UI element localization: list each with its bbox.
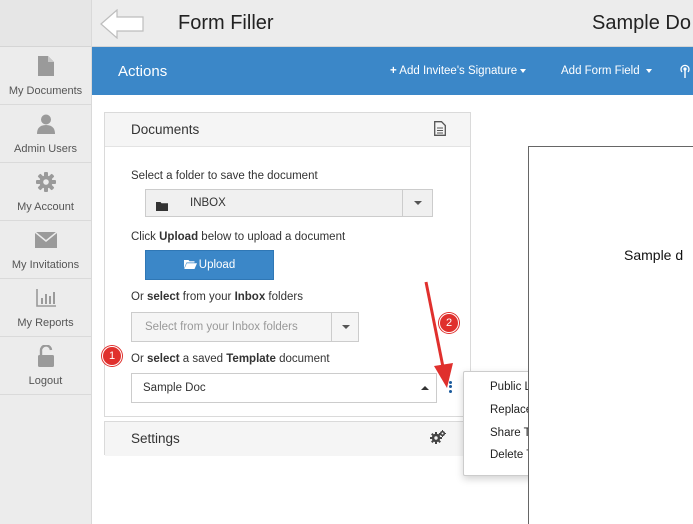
caret-down-icon bbox=[342, 325, 350, 329]
upload-prompt: Click Upload below to upload a document bbox=[131, 231, 345, 243]
caret-down-icon bbox=[520, 68, 527, 73]
actions-title: Actions bbox=[118, 63, 168, 80]
gear-icon bbox=[35, 171, 56, 193]
file-text-icon bbox=[434, 121, 446, 141]
upload-button[interactable]: Upload bbox=[145, 250, 274, 280]
template-select[interactable]: Sample Doc bbox=[131, 373, 437, 403]
folder-select-value: INBOX bbox=[190, 197, 226, 209]
sidebar-item-label: My Account bbox=[17, 201, 74, 213]
sidebar-item-label: Admin Users bbox=[14, 143, 77, 155]
unlock-icon bbox=[37, 345, 55, 367]
template-prompt-post: document bbox=[275, 353, 330, 365]
inbox-prompt: Or select from your Inbox folders bbox=[131, 291, 303, 303]
folder-select[interactable]: INBOX bbox=[145, 189, 433, 217]
inbox-prompt-bold-inbox: Inbox bbox=[234, 291, 266, 303]
inbox-prompt-mid: from your bbox=[179, 291, 235, 303]
template-prompt-mid: a saved bbox=[179, 353, 227, 365]
step-badge-1: 1 bbox=[102, 346, 122, 366]
folder-open-icon bbox=[183, 259, 197, 272]
sidebar-item-my-invitations[interactable]: My Invitations bbox=[0, 221, 91, 279]
add-invitee-signature-label: Add Invitee's Signature bbox=[399, 65, 518, 77]
settings-panel: Settings bbox=[104, 421, 471, 456]
sidebar-item-label: My Reports bbox=[17, 317, 74, 329]
add-invitee-signature-menu[interactable]: + Add Invitee's Signature bbox=[390, 65, 527, 77]
settings-panel-header[interactable]: Settings bbox=[105, 422, 470, 456]
caret-down-icon bbox=[414, 201, 422, 205]
template-prompt: Or select a saved Template document bbox=[131, 353, 330, 365]
settings-panel-title: Settings bbox=[131, 431, 180, 446]
document-preview-text: Sample d bbox=[624, 247, 684, 263]
sidebar-item-label: My Documents bbox=[8, 85, 83, 97]
document-title: Sample Do bbox=[592, 12, 691, 34]
template-select-value: Sample Doc bbox=[143, 382, 206, 394]
inbox-folder-select[interactable]: Select from your Inbox folders bbox=[131, 312, 359, 342]
folder-prompt: Select a folder to save the document bbox=[131, 170, 318, 182]
upload-prompt-pre: Click bbox=[131, 231, 160, 243]
step-badge-2: 2 bbox=[439, 313, 459, 333]
actions-bar: Actions + Add Invitee's Signature Add Fo… bbox=[92, 47, 693, 95]
gears-icon bbox=[430, 430, 446, 449]
sidebar: My Documents Admin Users My Account My I… bbox=[0, 0, 92, 524]
document-icon bbox=[37, 55, 54, 77]
document-preview: Sample d bbox=[528, 146, 693, 524]
sidebar-item-logout[interactable]: Logout bbox=[0, 337, 91, 395]
template-prompt-pre: Or bbox=[131, 353, 147, 365]
inbox-prompt-pre: Or bbox=[131, 291, 147, 303]
user-icon bbox=[36, 113, 55, 135]
annotation-arrow bbox=[424, 281, 453, 388]
template-prompt-bold-template: Template bbox=[226, 353, 276, 365]
title-bar: Form Filler Sample Do bbox=[92, 0, 693, 47]
inbox-folder-placeholder: Select from your Inbox folders bbox=[145, 321, 298, 333]
caret-down-icon bbox=[645, 68, 652, 73]
sidebar-item-admin-users[interactable]: Admin Users bbox=[0, 105, 91, 163]
documents-panel-title: Documents bbox=[131, 122, 200, 137]
upload-prompt-bold: Upload bbox=[159, 231, 199, 243]
select-divider bbox=[402, 190, 403, 216]
broadcast-icon[interactable] bbox=[680, 64, 690, 81]
bar-chart-icon bbox=[35, 287, 56, 309]
select-divider bbox=[331, 313, 332, 341]
sidebar-item-label: Logout bbox=[28, 375, 63, 387]
upload-button-label: Upload bbox=[198, 259, 236, 271]
sidebar-item-my-reports[interactable]: My Reports bbox=[0, 279, 91, 337]
sidebar-item-label: My Invitations bbox=[11, 259, 80, 271]
sidebar-item-my-account[interactable]: My Account bbox=[0, 163, 91, 221]
documents-panel: Documents Select a folder to save the do… bbox=[104, 112, 471, 417]
folder-icon bbox=[156, 198, 168, 216]
inbox-prompt-post: folders bbox=[265, 291, 303, 303]
back-arrow-icon[interactable] bbox=[100, 8, 144, 44]
sidebar-item-my-documents[interactable]: My Documents bbox=[0, 47, 91, 105]
documents-panel-header[interactable]: Documents bbox=[105, 113, 470, 147]
envelope-icon bbox=[34, 229, 57, 251]
inbox-prompt-bold-select: select bbox=[146, 291, 180, 303]
template-prompt-bold-select: select bbox=[146, 353, 180, 365]
upload-prompt-post: below to upload a document bbox=[198, 231, 346, 243]
plus-icon: + bbox=[390, 65, 397, 77]
sidebar-top bbox=[0, 0, 91, 47]
app-title: Form Filler bbox=[178, 12, 274, 34]
add-form-field-menu[interactable]: Add Form Field bbox=[561, 65, 652, 77]
add-form-field-label: Add Form Field bbox=[561, 65, 640, 77]
